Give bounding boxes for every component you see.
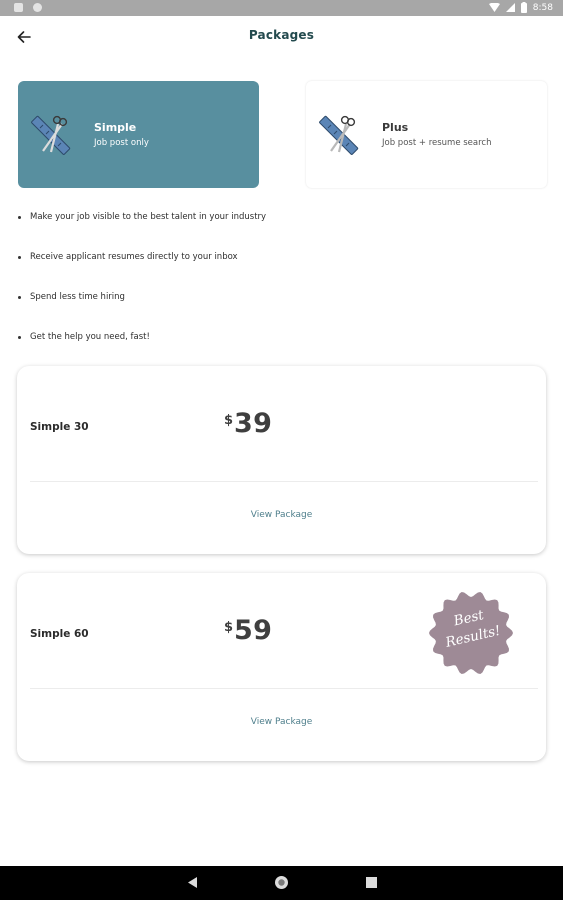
page-title: Packages <box>248 28 315 42</box>
pricing-card-simple-60[interactable]: Simple 60 $ 59 Best Results! View Packag… <box>17 573 546 761</box>
scissors-ruler-icon <box>31 115 71 155</box>
back-triangle-icon[interactable] <box>186 876 198 889</box>
bullet-icon <box>18 296 21 299</box>
package-tab-name: Plus <box>382 120 409 134</box>
wifi-icon <box>488 3 500 12</box>
view-package-link[interactable]: View Package <box>17 510 546 520</box>
benefit-item: Spend less time hiring <box>18 287 538 327</box>
bullet-icon <box>18 336 21 339</box>
view-package-link[interactable]: View Package <box>17 717 546 727</box>
package-name: Simple 30 <box>30 421 89 433</box>
benefit-item: Make your job visible to the best talent… <box>18 207 538 247</box>
benefit-text: Get the help you need, fast! <box>30 332 150 342</box>
divider <box>30 481 538 482</box>
package-tab-description: Job post only <box>94 137 149 148</box>
currency-symbol: $ <box>224 413 234 428</box>
app-bar: Packages <box>0 16 563 58</box>
package-price: $ 39 <box>224 408 272 439</box>
benefit-text: Make your job visible to the best talent… <box>30 212 267 222</box>
bullet-icon <box>18 216 21 219</box>
package-tab-simple[interactable]: Simple Job post only <box>18 81 259 188</box>
currency-symbol: $ <box>224 620 234 635</box>
clock: 8:58 <box>532 2 553 13</box>
navigation-bar <box>0 866 563 900</box>
sync-icon <box>33 3 42 12</box>
battery-icon <box>520 2 527 13</box>
package-tab-description: Job post + resume search <box>382 137 492 148</box>
recents-square-icon[interactable] <box>366 877 377 888</box>
price-amount: 39 <box>234 408 273 439</box>
signal-icon <box>505 3 515 12</box>
package-price: $ 59 <box>224 615 272 646</box>
benefit-item: Get the help you need, fast! <box>18 327 538 367</box>
divider <box>30 688 538 689</box>
home-circle-icon[interactable] <box>274 875 289 890</box>
benefit-text: Receive applicant resumes directly to yo… <box>30 252 238 262</box>
scissors-ruler-icon <box>319 115 359 155</box>
notification-icon <box>14 3 23 12</box>
package-name: Simple 60 <box>30 628 89 640</box>
pricing-card-simple-30[interactable]: Simple 30 $ 39 View Package <box>17 366 546 554</box>
package-tab-plus[interactable]: Plus Job post + resume search <box>306 81 547 188</box>
bullet-icon <box>18 256 21 259</box>
benefit-item: Receive applicant resumes directly to yo… <box>18 247 538 287</box>
benefits-list: Make your job visible to the best talent… <box>18 207 538 367</box>
best-results-badge: Best Results! <box>427 589 515 677</box>
benefit-text: Spend less time hiring <box>30 292 125 302</box>
price-amount: 59 <box>234 615 273 646</box>
package-tab-name: Simple <box>94 120 137 134</box>
status-bar: 8:58 <box>0 0 563 16</box>
